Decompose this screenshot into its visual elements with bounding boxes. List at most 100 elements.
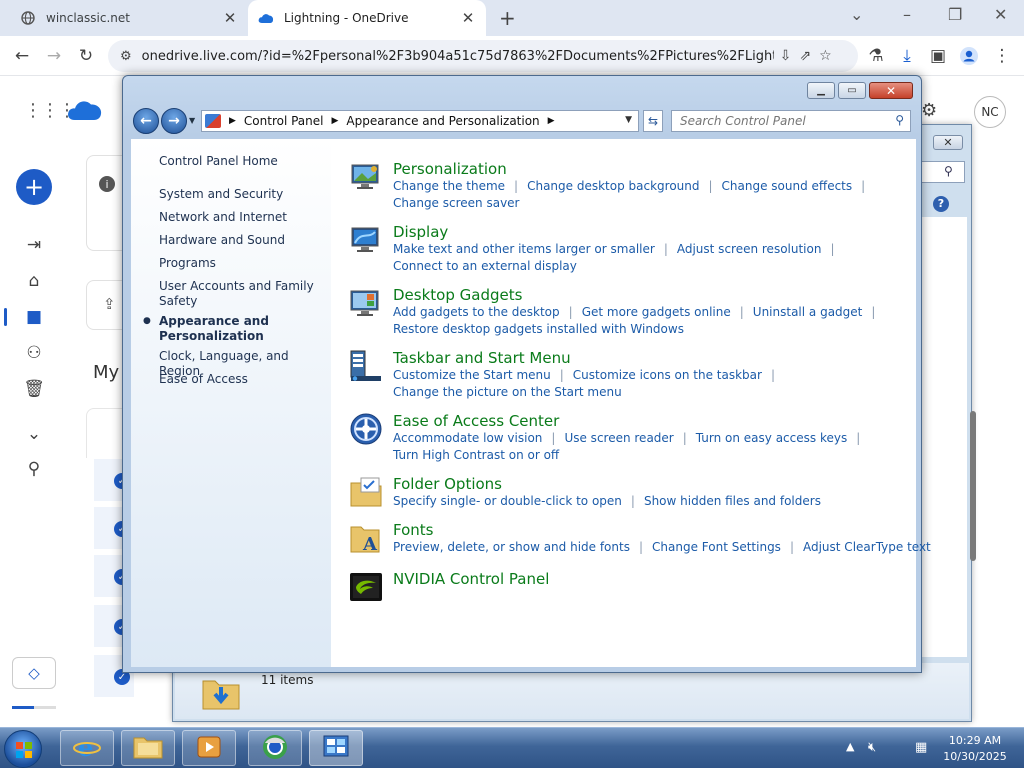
link-adjust-resolution[interactable]: Adjust screen resolution (677, 242, 822, 256)
bookmark-star-icon[interactable]: ☆ (819, 48, 832, 64)
side-panel-icon[interactable]: ▣ (926, 44, 950, 68)
account-person-icon[interactable]: ⚲ (22, 459, 46, 479)
close-window-icon[interactable]: ✕ (994, 5, 1007, 24)
site-info-icon[interactable]: ⚙ (120, 49, 132, 64)
link-adjust-cleartype[interactable]: Adjust ClearType text (803, 540, 931, 554)
link-uninstall-gadget[interactable]: Uninstall a gadget (753, 305, 863, 319)
search-icon[interactable]: ⚲ (895, 113, 904, 127)
personalization-icon[interactable] (349, 160, 383, 194)
search-input[interactable] (678, 111, 888, 131)
link-change-sound-effects[interactable]: Change sound effects (722, 179, 853, 193)
link-change-screen-saver[interactable]: Change screen saver (393, 196, 520, 210)
sidebar-item-network[interactable]: Network and Internet (159, 210, 325, 225)
my-files-folder-icon[interactable]: ■ (22, 307, 46, 327)
volume-muted-icon[interactable]: 🔇︎ (868, 740, 876, 755)
reload-icon[interactable]: ↻ (74, 44, 98, 68)
tab-search-chevron-icon[interactable]: ⌄ (850, 5, 863, 24)
folder-options-icon[interactable] (349, 475, 383, 509)
link-connect-external-display[interactable]: Connect to an external display (393, 259, 577, 273)
section-title[interactable]: Ease of Access Center (393, 412, 559, 430)
sidebar-item-hardware-sound[interactable]: Hardware and Sound (159, 233, 325, 248)
maximize-button[interactable]: ▭ (838, 82, 866, 99)
profile-icon[interactable] (957, 44, 981, 68)
system-clock[interactable]: 10:29 AM 10/30/2025 (935, 733, 1015, 765)
back-icon[interactable]: ← (10, 44, 34, 68)
avatar[interactable]: NC (974, 96, 1006, 128)
link-preview-fonts[interactable]: Preview, delete, or show and hide fonts (393, 540, 630, 554)
sidebar-item-appearance[interactable]: Appearance and Personalization (159, 314, 325, 344)
explorer-scrollbar[interactable] (970, 411, 976, 561)
section-title[interactable]: Personalization (393, 160, 507, 178)
tab-onedrive[interactable]: Lightning - OneDrive ✕ (248, 0, 486, 36)
link-change-theme[interactable]: Change the theme (393, 179, 505, 193)
restore-icon[interactable]: ❐ (948, 5, 962, 24)
taskbar-icon[interactable] (349, 349, 383, 383)
search-control-panel[interactable]: ⚲ (671, 110, 911, 132)
taskbar-chrome[interactable] (248, 730, 302, 766)
start-button[interactable] (4, 730, 42, 768)
forward-icon[interactable]: → (42, 44, 66, 68)
section-title[interactable]: Display (393, 223, 448, 241)
link-add-gadgets[interactable]: Add gadgets to the desktop (393, 305, 560, 319)
network-disconnected-icon[interactable]: ▦ (915, 740, 927, 755)
nvidia-icon[interactable] (349, 570, 383, 604)
breadcrumb[interactable]: ▶ Control Panel ▶ Appearance and Persona… (201, 110, 639, 132)
link-change-desktop-background[interactable]: Change desktop background (527, 179, 699, 193)
gadgets-icon[interactable] (349, 286, 383, 320)
display-icon[interactable] (349, 223, 383, 257)
link-change-start-picture[interactable]: Change the picture on the Start menu (393, 385, 622, 399)
close-tab-icon[interactable]: ✕ (460, 9, 476, 27)
link-single-double-click[interactable]: Specify single- or double-click to open (393, 494, 622, 508)
link-show-hidden-files[interactable]: Show hidden files and folders (644, 494, 821, 508)
link-change-font-settings[interactable]: Change Font Settings (652, 540, 781, 554)
breadcrumb-arrow-icon[interactable]: ▶ (332, 116, 339, 126)
control-panel-home-link[interactable]: Control Panel Home (159, 154, 278, 168)
home-icon[interactable]: ⌂ (22, 271, 46, 291)
install-app-icon[interactable]: ⇩ (780, 48, 792, 64)
sidebar-item-programs[interactable]: Programs (159, 256, 325, 271)
onedrive-logo-icon[interactable] (66, 96, 104, 125)
link-make-text-larger[interactable]: Make text and other items larger or smal… (393, 242, 655, 256)
explorer-search-input[interactable]: ⚲ (915, 161, 965, 183)
minimize-button[interactable]: ▁ (807, 82, 835, 99)
section-title[interactable]: Folder Options (393, 475, 502, 493)
refresh-icon[interactable]: ⇆ (643, 110, 663, 132)
link-easy-access-keys[interactable]: Turn on easy access keys (696, 431, 847, 445)
link-get-more-gadgets[interactable]: Get more gadgets online (582, 305, 731, 319)
link-accommodate-low-vision[interactable]: Accommodate low vision (393, 431, 542, 445)
shared-people-icon[interactable]: ⚇ (22, 343, 46, 363)
share-icon[interactable]: ⇗ (799, 48, 811, 64)
link-customize-taskbar-icons[interactable]: Customize icons on the taskbar (573, 368, 762, 382)
menu-dots-icon[interactable]: ⋮ (990, 44, 1014, 68)
breadcrumb-control-panel[interactable]: Control Panel (244, 114, 324, 128)
section-title[interactable]: NVIDIA Control Panel (393, 570, 549, 588)
more-chevron-icon[interactable]: ⌄ (22, 424, 46, 444)
recent-pages-dropdown-icon[interactable]: ▼ (189, 116, 195, 125)
recycle-bin-icon[interactable]: 🗑 (22, 379, 46, 399)
taskbar-control-panel[interactable] (309, 730, 363, 766)
ease-of-access-icon[interactable] (349, 412, 383, 446)
sidebar-item-user-accounts[interactable]: User Accounts and Family Safety (159, 279, 325, 309)
breadcrumb-arrow-icon[interactable]: ▶ (229, 116, 236, 126)
settings-gear-icon[interactable]: ⚙ (921, 100, 937, 121)
new-tab-icon[interactable]: + (499, 6, 516, 30)
taskbar-internet-explorer[interactable]: e (60, 730, 114, 766)
minimize-icon[interactable]: – (903, 5, 911, 24)
link-high-contrast[interactable]: Turn High Contrast on or off (393, 448, 559, 462)
taskbar-media-player[interactable] (182, 730, 236, 766)
sidebar-item-system-security[interactable]: System and Security (159, 187, 325, 202)
section-title[interactable]: Desktop Gadgets (393, 286, 522, 304)
back-button[interactable]: ← (133, 108, 159, 134)
close-button[interactable]: ✕ (869, 82, 913, 99)
extensions-flask-icon[interactable]: ⚗ (864, 44, 888, 68)
link-customize-start-menu[interactable]: Customize the Start menu (393, 368, 551, 382)
link-use-screen-reader[interactable]: Use screen reader (564, 431, 673, 445)
create-upload-button[interactable]: + (16, 169, 52, 205)
premium-diamond-button[interactable]: ◇ (12, 657, 56, 689)
sidebar-toggle-icon[interactable]: ⇥ (22, 235, 46, 255)
section-title[interactable]: Fonts (393, 521, 433, 539)
help-icon[interactable]: ? (933, 196, 949, 212)
close-tab-icon[interactable]: ✕ (222, 9, 238, 27)
downloads-icon[interactable]: ⤓ (895, 44, 919, 68)
address-url[interactable]: onedrive.live.com/?id=%2Fpersonal%2F3b90… (142, 49, 774, 64)
